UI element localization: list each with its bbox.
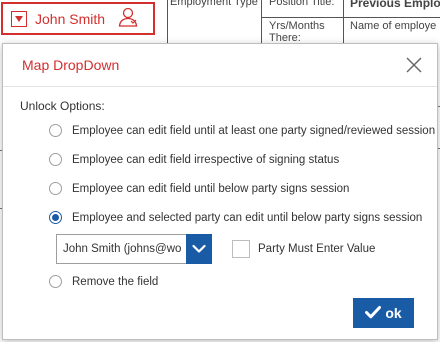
dialog-title: Map DropDown: [22, 57, 120, 73]
grid-line: [261, 17, 440, 18]
option-label: Employee can edit field until below part…: [72, 182, 350, 195]
checkbox[interactable]: [232, 240, 250, 258]
map-dropdown-dialog: Map DropDown Unlock Options: Employee ca…: [2, 43, 438, 340]
grid-line: [167, 0, 168, 45]
close-icon[interactable]: [405, 56, 423, 74]
ok-label: ok: [385, 305, 402, 321]
radio-button[interactable]: [49, 275, 62, 288]
checkbox-label: Party Must Enter Value: [258, 243, 376, 255]
grid-line: [261, 0, 262, 45]
option-irrespective-of-status[interactable]: Employee can edit field irrespective of …: [49, 153, 339, 166]
person-icon: [117, 6, 139, 31]
bg-yrs-months: Yrs/Months: [269, 20, 325, 32]
dialog-header: Map DropDown: [3, 44, 437, 87]
bg-position-title: Position Title:: [269, 0, 335, 8]
radio-button-checked[interactable]: [49, 211, 62, 224]
signer-field-tag[interactable]: John Smith: [1, 2, 155, 35]
bg-previous-employer: Previous Employ: [350, 0, 440, 10]
option-selected-party-can-edit[interactable]: Employee and selected party can edit unt…: [49, 211, 422, 224]
party-must-enter-value-toggle[interactable]: Party Must Enter Value: [232, 240, 375, 258]
option-remove-field[interactable]: Remove the field: [49, 275, 158, 288]
option-label: Employee can edit field until at least o…: [72, 124, 436, 137]
option-label: Employee can edit field irrespective of …: [72, 153, 340, 166]
option-until-one-party-signed[interactable]: Employee can edit field until at least o…: [49, 124, 435, 137]
option-label: Employee and selected party can edit unt…: [72, 211, 423, 224]
dropdown-arrow-icon[interactable]: [11, 10, 27, 27]
ok-button[interactable]: ok: [353, 298, 414, 328]
party-select[interactable]: John Smith (johns@wo: [56, 234, 212, 264]
option-until-below-party-signs[interactable]: Employee can edit field until below part…: [49, 182, 349, 195]
bg-name-of-employer: Name of employe: [350, 20, 437, 32]
radio-button[interactable]: [49, 182, 62, 195]
checkmark-icon: [365, 305, 382, 322]
radio-button[interactable]: [49, 153, 62, 166]
signer-name: John Smith: [35, 10, 106, 27]
grid-line: [343, 0, 344, 45]
radio-button[interactable]: [49, 124, 62, 137]
option-label: Remove the field: [72, 275, 159, 288]
party-select-value: John Smith (johns@wo: [63, 243, 182, 255]
unlock-options-label: Unlock Options:: [20, 99, 105, 113]
bg-employment-type: Employment Type:: [170, 0, 258, 8]
chevron-down-icon[interactable]: [186, 234, 212, 264]
